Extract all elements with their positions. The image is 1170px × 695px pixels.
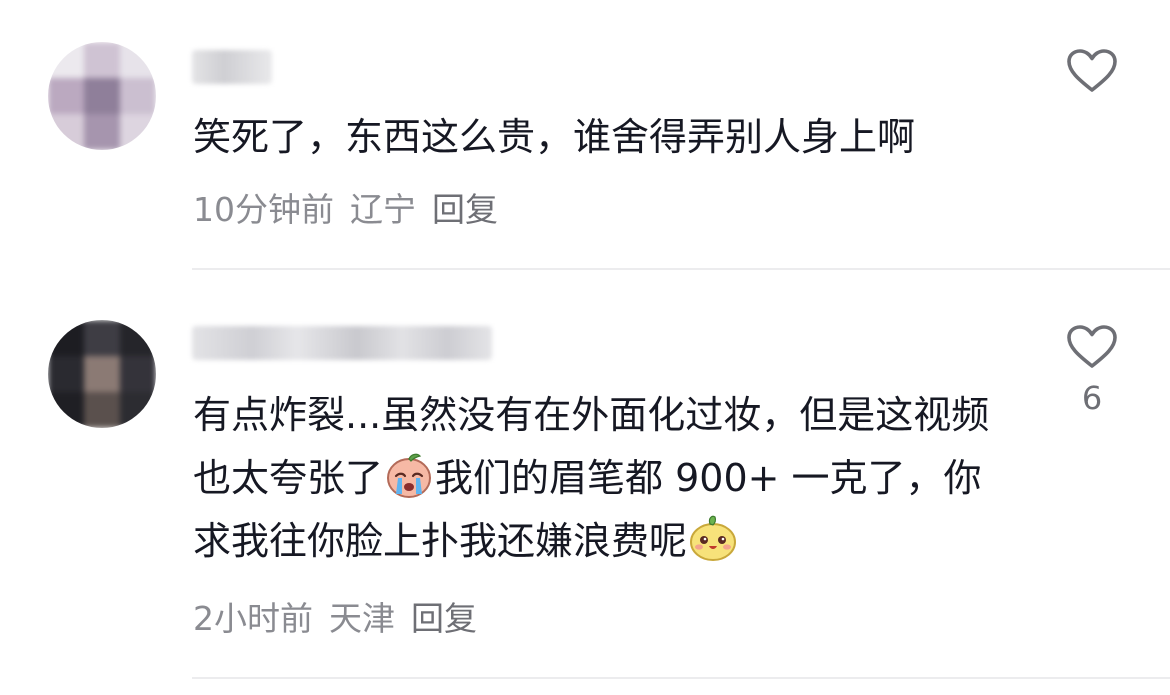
username-blurred bbox=[192, 50, 272, 84]
comment-item: 笑死了，东西这么贵，谁舍得弄别人身上啊 10分钟前 辽宁 回复 bbox=[0, 0, 1170, 270]
divider bbox=[192, 268, 1170, 270]
comment-text: 笑死了，东西这么贵，谁舍得弄别人身上啊 bbox=[193, 115, 916, 159]
heart-icon bbox=[1062, 324, 1122, 370]
divider bbox=[192, 677, 1170, 679]
like-button[interactable] bbox=[1062, 48, 1122, 94]
like-button[interactable]: 6 bbox=[1062, 324, 1122, 418]
comment-location: 天津 bbox=[329, 599, 395, 638]
comment-text: 有点炸裂...虽然没有在外面化过妆，但是这视频也太夸张了 我们的眉笔都 900+… bbox=[193, 384, 1013, 573]
username[interactable] bbox=[192, 48, 272, 86]
reply-button[interactable]: 回复 bbox=[411, 592, 477, 640]
comment-list: 笑死了，东西这么贵，谁舍得弄别人身上啊 10分钟前 辽宁 回复 有点炸裂...虽… bbox=[0, 0, 1170, 695]
avatar[interactable] bbox=[48, 320, 156, 428]
smiling-face-emoji bbox=[688, 513, 738, 563]
username-blurred bbox=[192, 326, 492, 360]
crying-face-emoji bbox=[384, 450, 434, 500]
comment-meta: 10分钟前 辽宁 回复 bbox=[193, 183, 498, 231]
avatar[interactable] bbox=[48, 42, 156, 150]
comment-time: 2小时前 bbox=[193, 599, 313, 638]
heart-icon bbox=[1062, 48, 1122, 94]
comment-item: 有点炸裂...虽然没有在外面化过妆，但是这视频也太夸张了 我们的眉笔都 900+… bbox=[0, 271, 1170, 681]
username[interactable] bbox=[192, 324, 492, 362]
reply-button[interactable]: 回复 bbox=[432, 183, 498, 231]
like-count: 6 bbox=[1081, 379, 1103, 417]
comment-location: 辽宁 bbox=[350, 190, 416, 229]
comment-time: 10分钟前 bbox=[193, 190, 334, 229]
comment-meta: 2小时前 天津 回复 bbox=[193, 592, 477, 640]
